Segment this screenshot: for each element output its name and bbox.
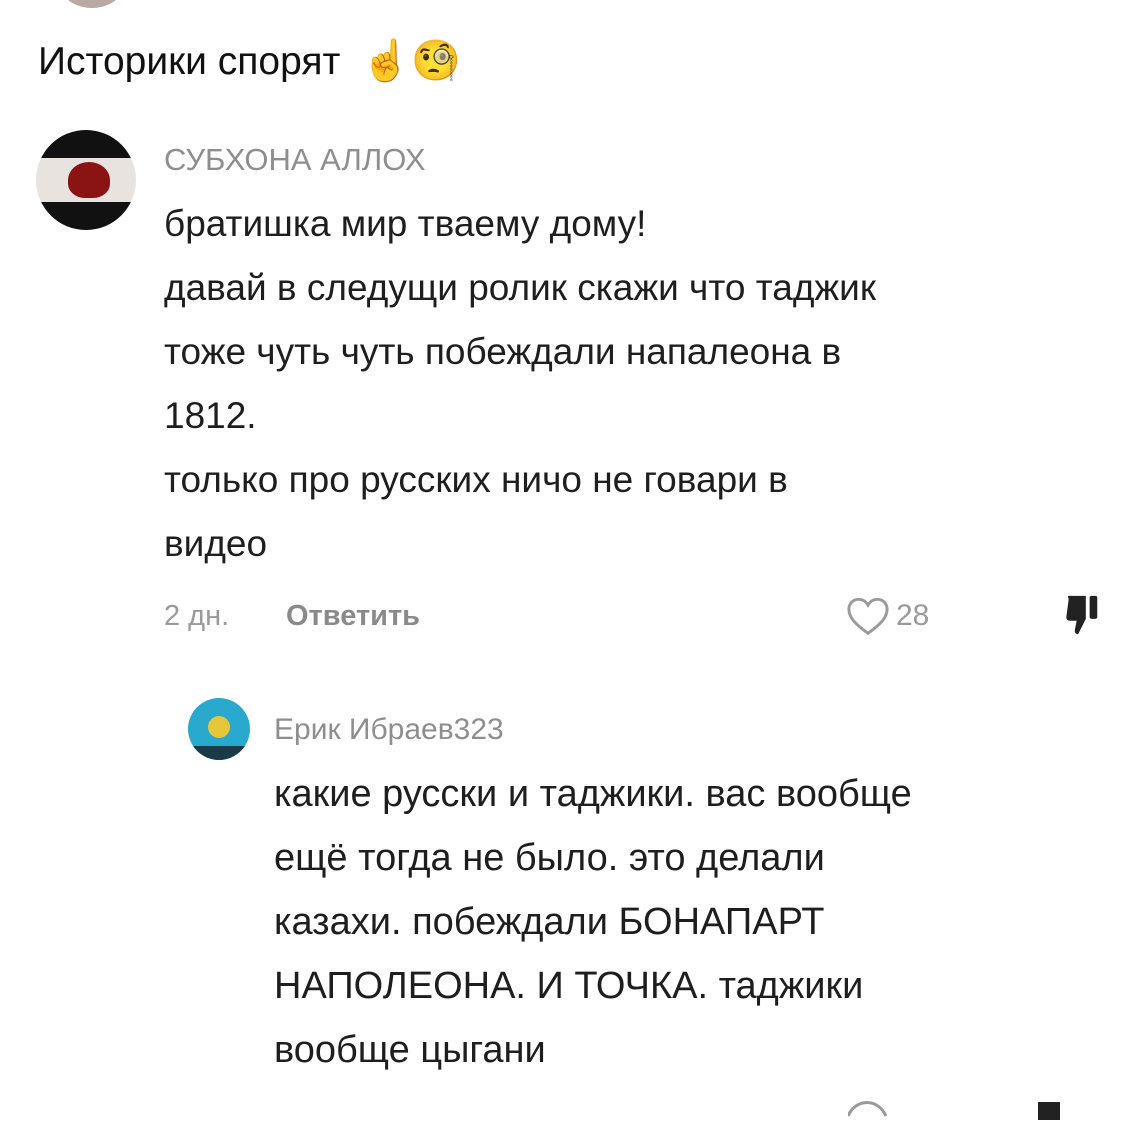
like-button[interactable]: 28 (846, 594, 929, 638)
like-count: 28 (896, 599, 930, 632)
comment-line: ещё тогда не было. это делали (274, 837, 825, 879)
comment-time: 2 дн. (164, 600, 230, 632)
comment-username[interactable]: СУБХОНА АЛЛОХ (164, 140, 1084, 180)
reply-button[interactable]: Ответить (286, 600, 420, 633)
cropped-action-icons (846, 1090, 1078, 1120)
comment-username[interactable]: Ерик Ибраев323 (274, 710, 1094, 750)
caption-emojis: ☝️🧐 (361, 38, 461, 84)
avatar[interactable] (36, 130, 136, 230)
comment-line: вообще цыгани (274, 1029, 546, 1071)
comment-line: НАПОЛЕОНА. И ТОЧКА. таджики (274, 965, 864, 1007)
caption-text: Историки спорят (38, 40, 341, 83)
comment-body: СУБХОНА АЛЛОХ братишка мир тваему дому! … (164, 130, 1098, 638)
comment-line: казахи. побеждали БОНАПАРТ (274, 901, 825, 943)
post-caption: Историки спорят ☝️🧐 (38, 36, 461, 87)
comment-body: Ерик Ибраев323 какие русски и таджики. в… (274, 698, 1094, 1082)
comment-meta: 2 дн. Ответить 28 (164, 594, 1098, 638)
cropped-avatar (52, 0, 132, 8)
dislike-button[interactable] (1064, 594, 1100, 638)
comment-line: давай в следущи ролик скажи что таджик (164, 267, 877, 308)
thumbs-down-icon (1064, 594, 1100, 636)
comment-line: 1812. (164, 395, 257, 436)
comment-line: братишка мир тваему дому! (164, 203, 647, 244)
comment-line: только про русских ничо не говари в (164, 459, 788, 500)
avatar[interactable] (188, 698, 250, 760)
comment-text: какие русски и таджики. вас вообще ещё т… (274, 762, 1094, 1082)
comment-line: какие русски и таджики. вас вообще (274, 773, 912, 815)
comment-line: видео (164, 523, 268, 564)
comment-text: братишка мир тваему дому! давай в следущ… (164, 192, 1084, 576)
heart-outline-icon (846, 596, 890, 636)
comment-line: тоже чуть чуть побеждали напалеона в (164, 331, 842, 372)
